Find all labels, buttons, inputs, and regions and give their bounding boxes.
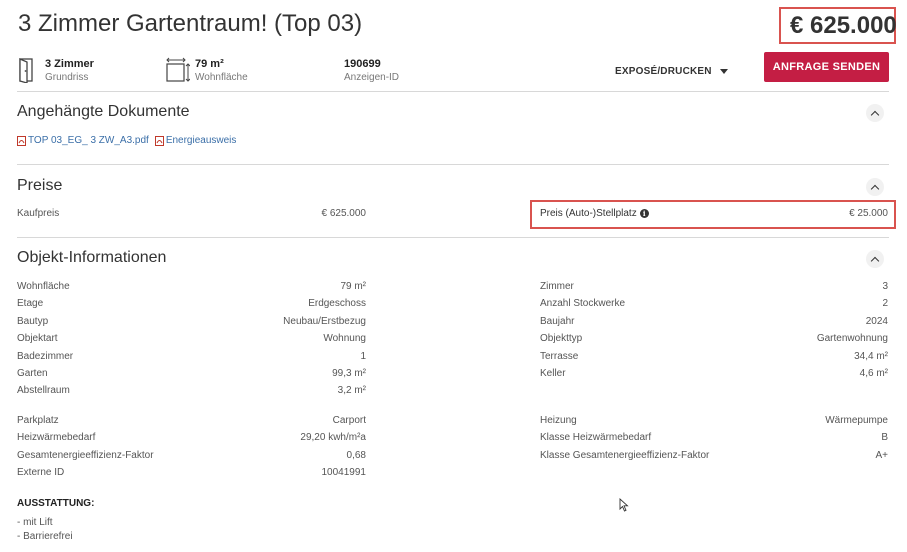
fact-label: Grundriss [45, 72, 89, 83]
equipment-item: - Barrierefrei [17, 531, 73, 542]
chevron-up-icon [870, 110, 880, 119]
info-label: Garten [17, 368, 48, 379]
info-label: Heizwärmebedarf [17, 432, 96, 444]
info-value: Neubau/Erstbezug [283, 315, 366, 327]
divider [17, 91, 889, 92]
chevron-up-icon [870, 256, 880, 265]
info-value: 2 [882, 298, 888, 310]
fact-value: 190699 [344, 58, 381, 70]
info-label: Heizung [540, 415, 577, 426]
divider [17, 164, 889, 165]
info-value: 29,20 kwh/m²a [300, 432, 366, 444]
expose-print-label: EXPOSÉ/DRUCKEN [615, 66, 712, 77]
divider [17, 237, 889, 238]
parking-price-value: € 25.000 [849, 208, 888, 219]
info-value: Wohnung [323, 333, 366, 345]
info-value: 3,2 m² [337, 385, 366, 397]
info-value: B [881, 432, 888, 444]
pdf-icon [154, 135, 164, 146]
info-label: Terrasse [540, 350, 579, 362]
info-label: Klasse Heizwärmebedarf [540, 432, 652, 444]
info-value: 4,6 m² [859, 368, 888, 379]
document-link-label: TOP 03_EG_ 3 ZW_A3.pdf [28, 135, 149, 146]
parking-price-label-text: Preis (Auto-)Stellplatz [540, 208, 637, 219]
info-value: Carport [332, 415, 366, 426]
info-label: Objektart [17, 333, 58, 345]
info-label: Zimmer [540, 281, 574, 292]
prices-collapse-toggle[interactable] [866, 178, 884, 196]
info-label: Abstellraum [17, 385, 70, 397]
info-label: Etage [17, 298, 44, 310]
prices-section-title: Preise [17, 177, 63, 194]
info-value: 0,68 [346, 449, 366, 461]
document-link[interactable]: TOP 03_EG_ 3 ZW_A3.pdf [17, 135, 149, 146]
document-link-label: Energieausweis [165, 135, 237, 146]
info-label: Externe ID [17, 466, 65, 478]
purchase-price-label: Kaufpreis [17, 208, 60, 219]
info-value: A+ [875, 449, 888, 461]
info-value: 34,4 m² [854, 350, 888, 362]
document-list: TOP 03_EG_ 3 ZW_A3.pdf Energieausweis [17, 135, 236, 146]
info-value: 99,3 m² [332, 368, 366, 379]
info-label: Parkplatz [17, 415, 59, 426]
pdf-icon [17, 135, 26, 146]
parking-price-label: Preis (Auto-)Stellplatz i [540, 208, 649, 219]
object-info-collapse-toggle[interactable] [866, 250, 884, 268]
info-label: Bautyp [17, 315, 49, 327]
mouse-cursor-icon [619, 498, 629, 512]
header-price: € 625.000 [790, 12, 897, 39]
info-value: Gartenwohnung [816, 333, 888, 345]
info-value: 2024 [865, 315, 888, 327]
equipment-title: AUSSTATTUNG: [17, 498, 95, 509]
equipment-item: - mit Lift [17, 517, 53, 528]
info-label: Badezimmer [17, 350, 74, 362]
fact-label: Wohnfläche [195, 72, 248, 83]
info-value: 1 [360, 350, 366, 362]
info-label: Wohnfläche [17, 281, 70, 292]
info-value: 79 m² [340, 281, 366, 292]
info-value: 3 [882, 281, 888, 292]
page-title: 3 Zimmer Gartentraum! (Top 03) [18, 10, 363, 37]
documents-section-title: Angehängte Dokumente [17, 103, 190, 120]
info-label: Gesamtenergieeffizienz-Faktor [17, 449, 154, 461]
fact-value: 79 m² [195, 58, 224, 70]
info-label: Baujahr [540, 315, 575, 327]
fact-label: Anzeigen-ID [344, 72, 400, 83]
info-value: 10041991 [321, 466, 367, 478]
send-inquiry-button[interactable]: ANFRAGE SENDEN [764, 52, 889, 82]
area-icon [166, 57, 190, 82]
info-icon[interactable]: i [639, 208, 649, 218]
document-link[interactable]: Energieausweis [154, 135, 237, 146]
fact-value: 3 Zimmer [45, 58, 94, 70]
info-label: Objekttyp [540, 333, 583, 345]
expose-print-dropdown[interactable]: EXPOSÉ/DRUCKEN [615, 66, 728, 77]
purchase-price-value: € 625.000 [321, 208, 367, 219]
object-info-section-title: Objekt-Informationen [17, 249, 167, 266]
documents-collapse-toggle[interactable] [866, 104, 884, 122]
info-label: Keller [540, 368, 566, 379]
info-value: Wärmepumpe [825, 415, 888, 426]
door-icon [19, 58, 33, 83]
chevron-up-icon [870, 184, 880, 193]
info-value: Erdgeschoss [308, 298, 366, 310]
info-label: Klasse Gesamtenergieeffizienz-Faktor [540, 449, 710, 461]
info-label: Anzahl Stockwerke [540, 298, 626, 310]
chevron-down-icon [719, 69, 728, 74]
